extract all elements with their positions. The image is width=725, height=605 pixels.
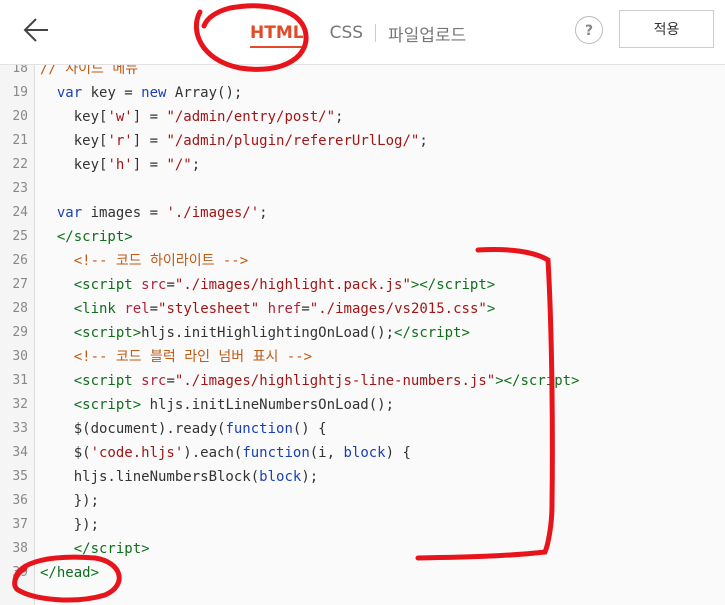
apply-button[interactable]: 적용 xyxy=(619,10,714,48)
code-line[interactable]: 21 key['r'] = "/admin/plugin/refererUrlL… xyxy=(0,129,725,153)
code-text: $('code.hljs').each(function(i, block) { xyxy=(40,445,411,461)
code-line[interactable]: 35 hljs.lineNumbersBlock(block); xyxy=(0,465,725,489)
code-text: <!-- 코드 하이라이트 --> xyxy=(73,253,249,269)
line-number: 32 xyxy=(12,397,28,412)
line-number: 34 xyxy=(12,445,28,460)
code-line[interactable]: 36 }); xyxy=(0,489,725,513)
tab-divider xyxy=(375,24,377,42)
code-line[interactable]: 20 key['w'] = "/admin/entry/post/"; xyxy=(0,105,725,129)
code-editor[interactable]: 18// 사이드 메뉴 19 var key = new Array(); 20 k… xyxy=(0,65,725,605)
code-line[interactable]: 38 </script> xyxy=(0,537,725,561)
line-number: 31 xyxy=(12,373,28,388)
line-number: 30 xyxy=(12,349,28,364)
code-text: </script> xyxy=(73,541,150,557)
line-number: 35 xyxy=(12,469,28,484)
code-text: $(document).ready(function() { xyxy=(40,421,327,437)
code-line[interactable]: 18 // 사이드 메뉴 xyxy=(0,65,725,81)
code-text: </head> xyxy=(40,565,100,581)
line-number: 29 xyxy=(12,325,28,340)
code-line[interactable]: 25 </script> xyxy=(0,225,725,249)
code-text: key['r'] = "/admin/plugin/refererUrlLog/… xyxy=(40,133,428,149)
tab-css[interactable]: CSS xyxy=(330,23,363,43)
code-line[interactable]: 39 </head> xyxy=(0,561,725,585)
code-line[interactable]: 24 var images = './images/'; xyxy=(0,201,725,225)
code-line[interactable]: 26 <!-- 코드 하이라이트 --> xyxy=(0,249,725,273)
line-number: 20 xyxy=(12,109,28,124)
code-line[interactable]: 19 var key = new Array(); xyxy=(0,81,725,105)
code-text: // 사이드 메뉴 xyxy=(40,65,139,77)
code-text: <script src="./images/highlightjs-line-n… xyxy=(73,373,580,389)
code-line[interactable]: 31 <script src="./images/highlightjs-lin… xyxy=(0,369,725,393)
code-line[interactable]: 28 <link rel="stylesheet" href="./images… xyxy=(0,297,725,321)
code-text: <script src="./images/highlight.pack.js"… xyxy=(73,277,496,293)
code-text: <script>hljs.initHighlightingOnLoad();</… xyxy=(73,325,470,341)
line-number: 28 xyxy=(12,301,28,316)
line-number: 21 xyxy=(12,133,28,148)
line-number: 25 xyxy=(12,229,28,244)
code-line[interactable]: 37 }); xyxy=(0,513,725,537)
code-text: <link rel="stylesheet" href="./images/vs… xyxy=(73,301,496,317)
code-text: <!-- 코드 블럭 라인 넘버 표시 --> xyxy=(73,349,313,365)
editor-tabs: HTML CSS 파일업로드 xyxy=(250,18,466,48)
line-number: 24 xyxy=(12,205,28,220)
tab-html[interactable]: HTML xyxy=(250,23,304,48)
line-number: 33 xyxy=(12,421,28,436)
code-text: }); xyxy=(40,493,100,509)
code-text: </script> xyxy=(56,229,133,245)
line-number: 19 xyxy=(12,85,28,100)
code-text: }); xyxy=(40,517,100,533)
code-line[interactable]: 22 key['h'] = "/"; xyxy=(0,153,725,177)
line-number: 23 xyxy=(12,181,28,196)
code-lines: 18// 사이드 메뉴 19 var key = new Array(); 20 k… xyxy=(0,65,725,585)
code-text: <script> hljs.initLineNumbersOnLoad(); xyxy=(73,397,395,413)
top-toolbar: HTML CSS 파일업로드 ? 적용 xyxy=(0,0,725,65)
code-text: var key = new Array(); xyxy=(56,85,243,101)
line-number: 26 xyxy=(12,253,28,268)
line-number: 38 xyxy=(12,541,28,556)
line-number: 39 xyxy=(12,565,28,580)
code-text: key['h'] = "/"; xyxy=(40,157,201,173)
code-line[interactable]: 30 <!-- 코드 블럭 라인 넘버 표시 --> xyxy=(0,345,725,369)
code-line[interactable]: 33 $(document).ready(function() { xyxy=(0,417,725,441)
line-number: 22 xyxy=(12,157,28,172)
line-number: 27 xyxy=(12,277,28,292)
code-text: key['w'] = "/admin/entry/post/"; xyxy=(40,109,344,125)
back-arrow-icon[interactable] xyxy=(22,14,54,46)
code-line[interactable]: 34 $('code.hljs').each(function(i, block… xyxy=(0,441,725,465)
code-text: hljs.lineNumbersBlock(block); xyxy=(40,469,319,485)
code-line[interactable]: 32 <script> hljs.initLineNumbersOnLoad()… xyxy=(0,393,725,417)
help-button[interactable]: ? xyxy=(575,16,603,44)
line-number: 36 xyxy=(12,493,28,508)
code-line[interactable]: 23 xyxy=(0,177,725,201)
line-number: 37 xyxy=(12,517,28,532)
code-line[interactable]: 27 <script src="./images/highlight.pack.… xyxy=(0,273,725,297)
code-line[interactable]: 29 <script>hljs.initHighlightingOnLoad()… xyxy=(0,321,725,345)
line-number: 18 xyxy=(12,65,28,76)
code-text: var images = './images/'; xyxy=(56,205,268,221)
tab-file-upload[interactable]: 파일업로드 xyxy=(388,21,466,46)
